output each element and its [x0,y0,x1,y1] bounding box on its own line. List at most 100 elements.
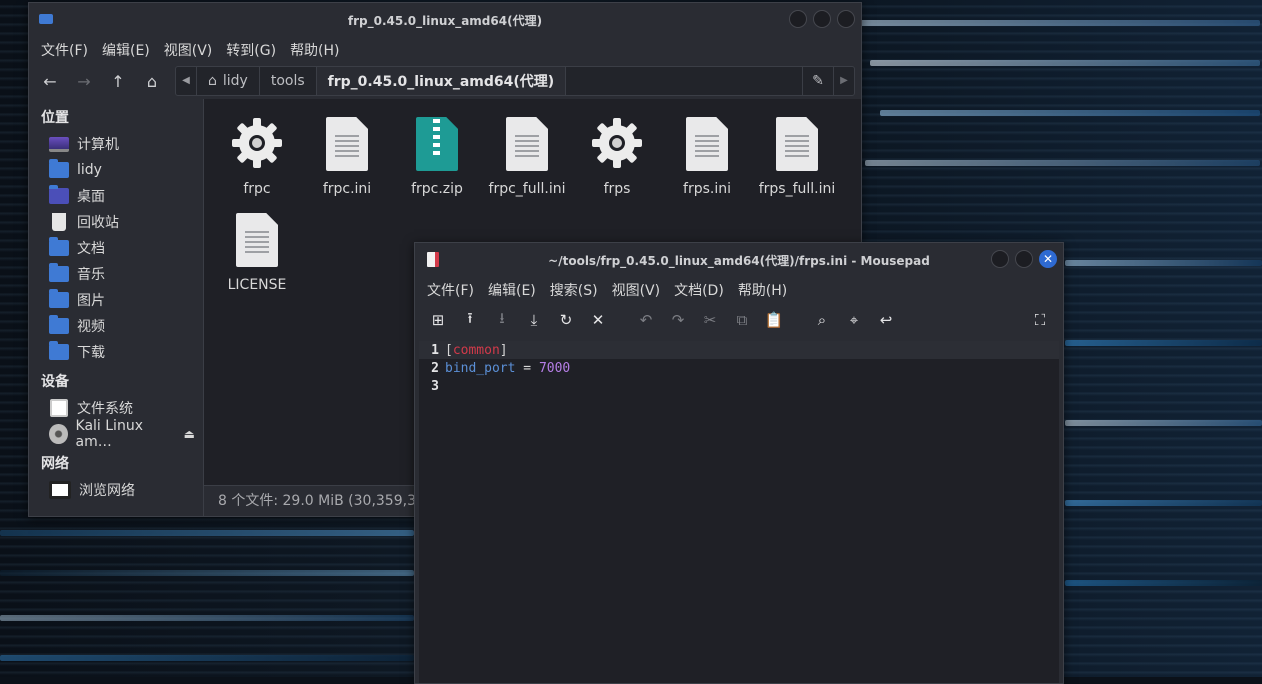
cut-icon[interactable]: ✂ [697,307,723,333]
close-button[interactable] [837,10,855,28]
menu-help[interactable]: 帮助(H) [290,40,339,60]
mousepad-titlebar[interactable]: ~/tools/frp_0.45.0_linux_amd64(代理)/frps.… [415,243,1063,277]
eject-icon[interactable]: ⏏ [184,427,195,441]
redo-icon[interactable]: ↷ [665,307,691,333]
edit-path-icon[interactable]: ✎ [802,67,833,95]
save-icon[interactable]: ⭳ [489,307,515,333]
maximize-button[interactable] [813,10,831,28]
close-button[interactable]: ✕ [1039,250,1057,268]
bracket-open: [ [445,342,453,358]
sidebar-item-pictures[interactable]: 图片 [29,287,203,313]
back-arrow-icon[interactable]: ← [35,67,65,95]
text-file-icon [506,117,548,171]
line-number: 2 [431,360,439,376]
drive-icon [50,399,68,417]
sidebar-item-label: 音乐 [77,267,105,283]
sidebar-item-label: 文档 [77,241,105,257]
up-arrow-icon[interactable]: ↑ [103,67,133,95]
zip-file-icon [416,117,458,171]
home-icon: ⌂ [208,73,217,89]
fullscreen-icon[interactable]: ⛶ [1027,307,1053,333]
file-name: LICENSE [227,277,287,293]
sidebar-item-label: 文件系统 [77,401,133,417]
breadcrumb-current[interactable]: frp_0.45.0_linux_amd64(代理) [316,67,567,95]
file-name: frpc [243,181,271,197]
sidebar-item-label: 下载 [77,345,105,361]
home-icon[interactable]: ⌂ [137,67,167,95]
forward-arrow-icon[interactable]: → [69,67,99,95]
new-document-icon[interactable]: ⊞ [425,307,451,333]
music-folder-icon [49,263,69,282]
menubar: 文件(F) 编辑(E) 视图(V) 转到(G) 帮助(H) [29,37,861,63]
file-item-frps-ini[interactable]: frps.ini [662,109,752,205]
file-item-frpc-zip[interactable]: frpc.zip [392,109,482,205]
file-manager-titlebar[interactable]: frp_0.45.0_linux_amd64(代理) [29,3,861,37]
find-replace-icon[interactable]: ⌖ [841,307,867,333]
network-icon [49,481,71,499]
home-folder-icon [49,159,69,178]
file-name: frps.ini [683,181,731,197]
paste-icon[interactable]: 📋 [761,307,787,333]
minimize-button[interactable] [991,250,1009,268]
sidebar-item-trash[interactable]: 回收站 [29,209,203,235]
breadcrumb-left-arrow-icon[interactable]: ◀ [176,67,197,95]
menu-edit[interactable]: 编辑(E) [488,280,536,300]
menu-edit[interactable]: 编辑(E) [102,40,150,60]
sidebar-item-music[interactable]: 音乐 [29,261,203,287]
editor-line: 3 [419,377,1059,395]
line-number: 1 [431,342,439,358]
file-item-frps[interactable]: frps [572,109,662,205]
editor-line: 2 bind_port = 7000 [419,359,1059,377]
close-document-icon[interactable]: ✕ [585,307,611,333]
go-to-line-icon[interactable]: ↩ [873,307,899,333]
reload-icon[interactable]: ↻ [553,307,579,333]
menu-help[interactable]: 帮助(H) [738,280,787,300]
file-item-frpc-ini[interactable]: frpc.ini [302,109,392,205]
breadcrumb: ◀ ⌂ lidy tools frp_0.45.0_linux_amd64(代理)… [175,66,855,96]
text-editor[interactable]: 1 [common] 2 bind_port = 7000 3 [419,341,1059,683]
file-item-frps-full-ini[interactable]: frps_full.ini [752,109,842,205]
menubar: 文件(F) 编辑(E) 搜索(S) 视图(V) 文档(D) 帮助(H) [415,277,1063,303]
line-content: bind_port = 7000 [445,361,570,376]
undo-icon[interactable]: ↶ [633,307,659,333]
menu-view[interactable]: 视图(V) [612,280,661,300]
breadcrumb-tools[interactable]: tools [260,67,317,95]
search-icon[interactable]: ⌕ [809,307,835,333]
sidebar-item-label: 视频 [77,319,105,335]
sidebar-item-lidy[interactable]: lidy [29,157,203,183]
menu-view[interactable]: 视图(V) [164,40,213,60]
line-number: 3 [431,378,439,394]
sidebar-item-computer[interactable]: 计算机 [29,131,203,157]
navigation-toolbar: ← → ↑ ⌂ ◀ ⌂ lidy tools frp_0.45.0_linux_a… [29,63,861,99]
open-file-icon[interactable]: ⭱ [457,307,483,333]
sidebar-item-videos[interactable]: 视频 [29,313,203,339]
maximize-button[interactable] [1015,250,1033,268]
sidebar-item-downloads[interactable]: 下载 [29,339,203,365]
trash-icon [52,213,66,231]
sidebar-item-kali-disc[interactable]: Kali Linux am… ⏏ [29,418,203,450]
sidebar-item-documents[interactable]: 文档 [29,235,203,261]
save-as-icon[interactable]: ⤓ [521,307,547,333]
menu-go[interactable]: 转到(G) [226,40,276,60]
sidebar-item-desktop[interactable]: 桌面 [29,183,203,209]
menu-file[interactable]: 文件(F) [41,40,88,60]
gear-icon [592,118,642,168]
sidebar-item-label: 浏览网络 [79,483,135,499]
menu-file[interactable]: 文件(F) [427,280,474,300]
breadcrumb-label: lidy [222,73,248,89]
menu-search[interactable]: 搜索(S) [550,280,598,300]
minimize-button[interactable] [789,10,807,28]
sidebar-item-label: 回收站 [77,215,119,231]
breadcrumb-right-arrow-icon[interactable]: ▶ [833,67,854,95]
copy-icon[interactable]: ⧉ [729,307,755,333]
videos-folder-icon [49,315,69,334]
file-item-license[interactable]: LICENSE [212,205,302,301]
menu-document[interactable]: 文档(D) [674,280,724,300]
text-file-icon [236,213,278,267]
file-item-frpc[interactable]: frpc [212,109,302,205]
breadcrumb-lidy[interactable]: ⌂ lidy [197,67,260,95]
ini-key: bind_port [445,360,516,376]
file-item-frpc-full-ini[interactable]: frpc_full.ini [482,109,572,205]
pictures-folder-icon [49,289,69,308]
sidebar-item-browse-network[interactable]: 浏览网络 [29,477,203,503]
